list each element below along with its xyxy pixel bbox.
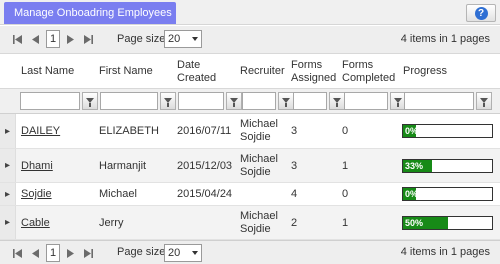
expand-arrow-icon[interactable]: ▸ bbox=[0, 114, 16, 148]
expand-arrow-icon[interactable]: ▸ bbox=[0, 149, 16, 182]
recruiter-line1: Michael bbox=[240, 118, 278, 130]
bottom-pager: 1 Page size: 20 4 items in 1 pages bbox=[0, 240, 500, 264]
first-name-cell: Harmanjit bbox=[99, 160, 147, 172]
chevron-down-icon bbox=[192, 251, 198, 255]
filter-input-recruiter[interactable] bbox=[242, 92, 276, 110]
forms-assigned-cell: 2 bbox=[291, 217, 298, 229]
forms-assigned-cell: 3 bbox=[291, 160, 298, 172]
table-row[interactable]: ▸ Cable Jerry Michael Sojdie 2 1 50% bbox=[0, 206, 500, 240]
progress-bar: 0% bbox=[402, 124, 493, 138]
progress-label: 0% bbox=[405, 189, 419, 199]
filter-icon[interactable] bbox=[476, 92, 492, 110]
filter-input-last-name[interactable] bbox=[20, 92, 80, 110]
page-size-value: 20 bbox=[168, 247, 181, 259]
last-name-link[interactable]: Sojdie bbox=[21, 188, 52, 201]
recruiter-cell: Michael Sojdie bbox=[240, 118, 278, 144]
current-page-button[interactable]: 1 bbox=[46, 244, 60, 262]
filter-icon[interactable] bbox=[329, 92, 345, 110]
filter-input-first-name[interactable] bbox=[100, 92, 158, 110]
last-name-link[interactable]: Cable bbox=[21, 217, 50, 230]
recruiter-line2: Sojdie bbox=[240, 131, 271, 143]
page-size-select[interactable]: 20 bbox=[164, 244, 202, 262]
page-size-select[interactable]: 20 bbox=[164, 30, 202, 48]
date-created-cell: 2015/04/24 bbox=[177, 188, 233, 200]
filter-input-progress[interactable] bbox=[404, 92, 474, 110]
recruiter-line1: Michael bbox=[240, 153, 278, 165]
table-row[interactable]: ▸ Sojdie Michael 2015/04/24 4 0 0% bbox=[0, 183, 500, 206]
recruiter-line2: Sojdie bbox=[240, 166, 271, 178]
date-created-cell: 2016/07/11 bbox=[177, 125, 232, 137]
first-name-cell: Jerry bbox=[99, 217, 124, 229]
progress-bar: 50% bbox=[402, 216, 493, 230]
column-header-date-created[interactable]: Date Created bbox=[177, 59, 216, 85]
progress-bar: 33% bbox=[402, 159, 493, 173]
page-size-label: Page size: bbox=[117, 33, 169, 45]
help-button[interactable]: ? bbox=[466, 4, 496, 22]
current-page-button[interactable]: 1 bbox=[46, 30, 60, 48]
column-header-last-name[interactable]: Last Name bbox=[21, 65, 74, 78]
filter-input-forms-assigned[interactable] bbox=[293, 92, 327, 110]
question-icon: ? bbox=[474, 6, 488, 20]
column-header-progress[interactable]: Progress bbox=[403, 65, 447, 78]
expand-arrow-icon[interactable]: ▸ bbox=[0, 183, 16, 205]
next-page-icon[interactable] bbox=[64, 31, 77, 47]
first-page-icon[interactable] bbox=[11, 31, 24, 47]
progress-label: 0% bbox=[405, 126, 419, 136]
title-tab[interactable]: Manage Onboadring Employees bbox=[4, 2, 176, 24]
column-header-forms-assigned[interactable]: Forms Assigned bbox=[291, 59, 336, 85]
page-size-label: Page size: bbox=[117, 246, 169, 258]
column-header-row: Last Name First Name Date Created Recrui… bbox=[0, 55, 500, 88]
table-row[interactable]: ▸ DAILEY ELIZABETH 2016/07/11 Michael So… bbox=[0, 114, 500, 149]
column-header-date-created-line2: Created bbox=[177, 72, 217, 84]
onboarding-grid-window: Manage Onboadring Employees ? 1 Page siz… bbox=[0, 0, 500, 264]
filter-icon[interactable] bbox=[160, 92, 176, 110]
column-header-forms-completed-line1: Forms bbox=[342, 59, 374, 71]
page-size-value: 20 bbox=[168, 33, 181, 45]
first-name-cell: ELIZABETH bbox=[99, 125, 159, 137]
forms-assigned-cell: 4 bbox=[291, 188, 298, 200]
forms-completed-cell: 0 bbox=[342, 188, 349, 200]
next-page-icon[interactable] bbox=[64, 245, 77, 261]
recruiter-cell: Michael Sojdie bbox=[240, 153, 278, 179]
column-header-forms-completed-line2: Completed bbox=[342, 72, 396, 84]
column-header-forms-completed[interactable]: Forms Completed bbox=[342, 59, 395, 85]
pager-info: 4 items in 1 pages bbox=[400, 246, 490, 258]
forms-completed-cell: 1 bbox=[342, 160, 349, 172]
progress-bar: 0% bbox=[402, 187, 493, 201]
column-header-date-created-line1: Date bbox=[177, 59, 201, 71]
recruiter-line2: Sojdie bbox=[240, 223, 271, 235]
recruiter-line1: Michael bbox=[240, 210, 278, 222]
last-name-link[interactable]: Dhami bbox=[21, 160, 53, 173]
column-header-first-name[interactable]: First Name bbox=[99, 65, 153, 78]
title-bar: Manage Onboadring Employees ? bbox=[0, 0, 500, 25]
column-header-forms-assigned-line1: Forms bbox=[291, 59, 323, 71]
pager-info: 4 items in 1 pages bbox=[400, 33, 490, 45]
first-name-cell: Michael bbox=[99, 188, 137, 200]
last-page-icon[interactable] bbox=[82, 31, 95, 47]
chevron-down-icon bbox=[192, 37, 198, 41]
expand-arrow-icon[interactable]: ▸ bbox=[0, 206, 16, 239]
forms-assigned-cell: 3 bbox=[291, 125, 298, 137]
column-header-forms-assigned-line2: Assigned bbox=[291, 72, 337, 84]
table-row[interactable]: ▸ Dhami Harmanjit 2015/12/03 Michael Soj… bbox=[0, 149, 500, 183]
filter-row bbox=[0, 88, 500, 114]
recruiter-cell: Michael Sojdie bbox=[240, 210, 278, 236]
last-page-icon[interactable] bbox=[82, 245, 95, 261]
filter-input-date-created[interactable] bbox=[178, 92, 224, 110]
prev-page-icon[interactable] bbox=[29, 245, 42, 261]
progress-label: 50% bbox=[405, 218, 424, 228]
progress-label: 33% bbox=[405, 161, 424, 171]
column-header-recruiter[interactable]: Recruiter bbox=[240, 65, 285, 78]
filter-icon[interactable] bbox=[226, 92, 242, 110]
prev-page-icon[interactable] bbox=[29, 31, 42, 47]
filter-input-forms-completed[interactable] bbox=[344, 92, 388, 110]
forms-completed-cell: 1 bbox=[342, 217, 349, 229]
filter-icon[interactable] bbox=[278, 92, 294, 110]
date-created-cell: 2015/12/03 bbox=[177, 160, 233, 172]
forms-completed-cell: 0 bbox=[342, 125, 349, 137]
first-page-icon[interactable] bbox=[11, 245, 24, 261]
top-pager: 1 Page size: 20 4 items in 1 pages bbox=[0, 26, 500, 54]
last-name-link[interactable]: DAILEY bbox=[21, 125, 60, 138]
filter-icon[interactable] bbox=[82, 92, 98, 110]
